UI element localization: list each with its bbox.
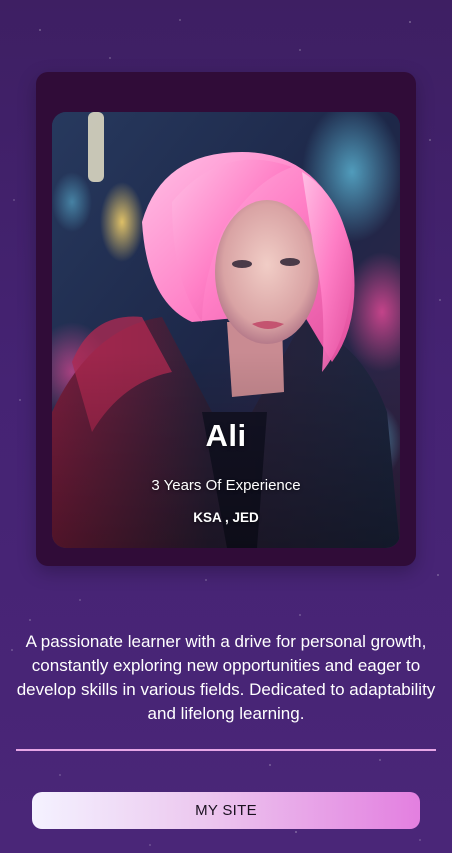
- bio-text: A passionate learner with a drive for pe…: [16, 632, 436, 723]
- location-label: KSA , JED: [193, 510, 259, 525]
- card-caption: Ali 3 Years Of Experience KSA , JED: [52, 112, 400, 548]
- experience-label: 3 Years Of Experience: [151, 477, 301, 494]
- profile-card: Ali 3 Years Of Experience KSA , JED: [36, 72, 416, 566]
- profile-name: Ali: [205, 418, 247, 453]
- divider: [16, 749, 436, 751]
- my-site-button[interactable]: MY SITE: [32, 792, 420, 829]
- profile-photo: Ali 3 Years Of Experience KSA , JED: [52, 112, 400, 548]
